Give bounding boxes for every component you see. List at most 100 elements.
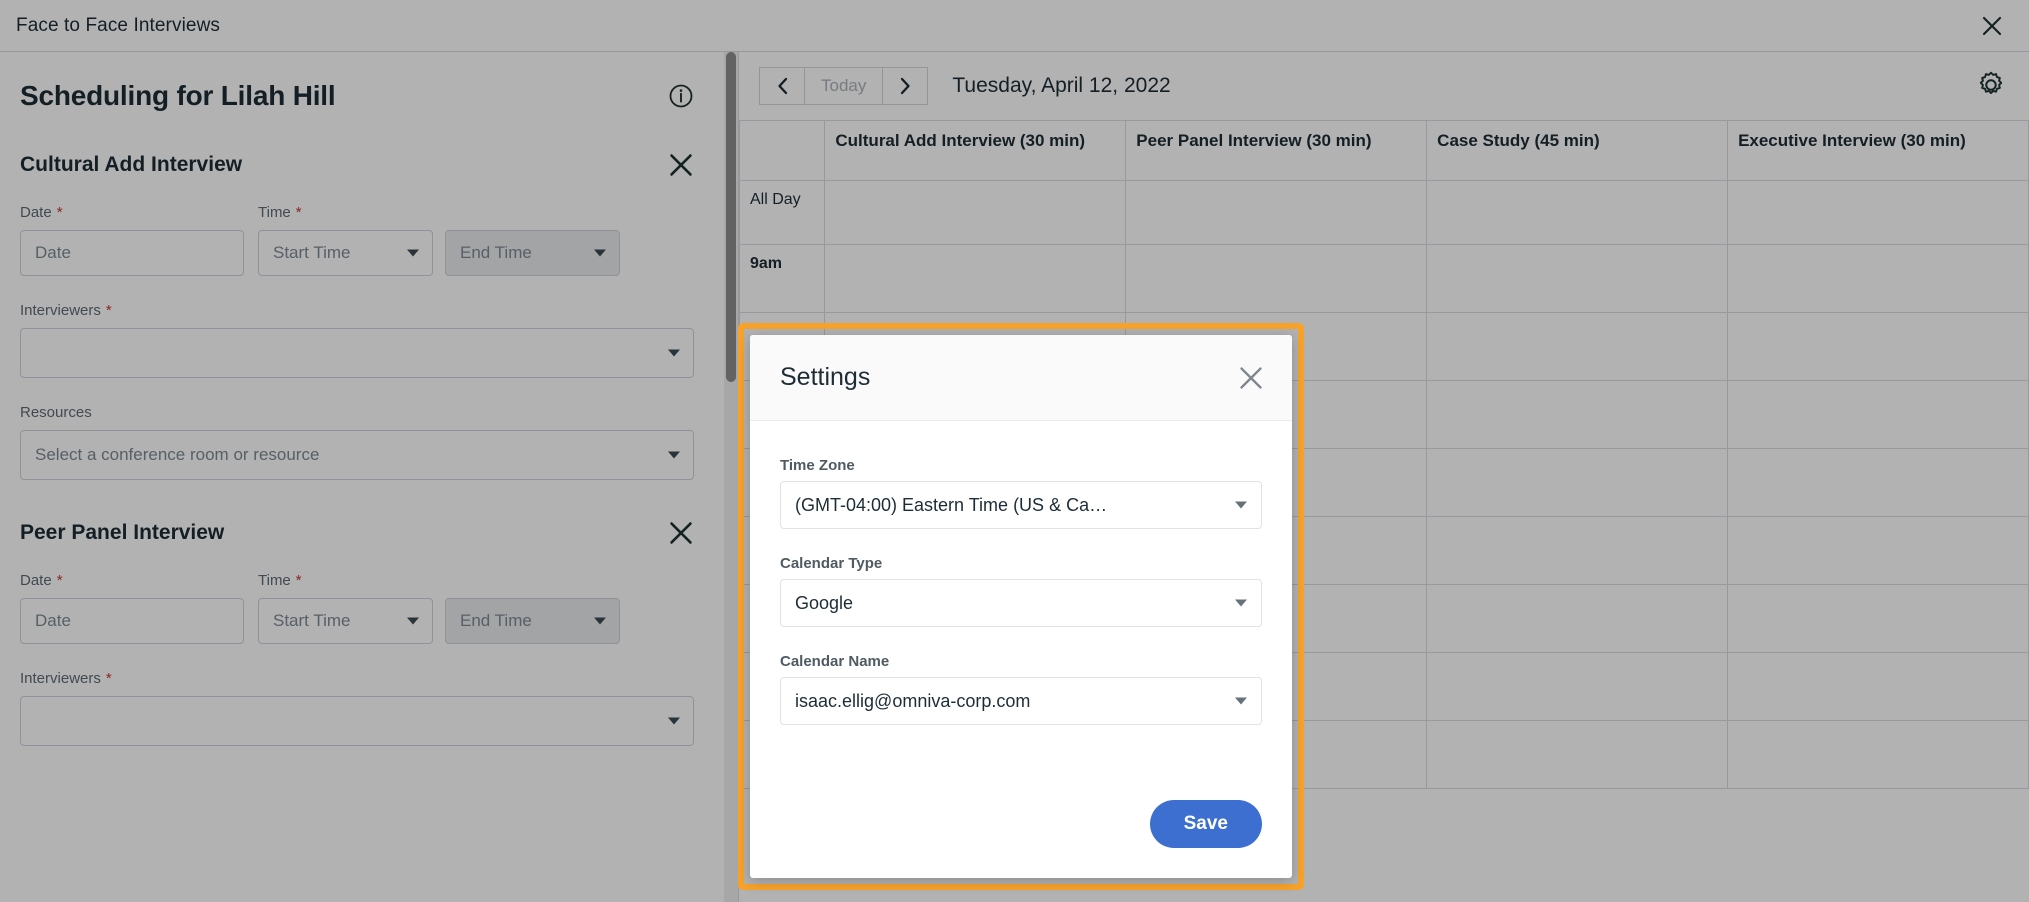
time-label: Time bbox=[258, 204, 291, 221]
start-time-placeholder: Start Time bbox=[273, 243, 351, 262]
calendar-cell[interactable] bbox=[1727, 720, 2029, 789]
calendar-cell[interactable] bbox=[1426, 516, 1729, 585]
calendar-cell[interactable] bbox=[824, 180, 1127, 245]
calendar-prev-button[interactable] bbox=[759, 67, 805, 105]
date-time-row: Date * Date Time * Start Time End Time bbox=[20, 546, 694, 644]
calendar-cell[interactable] bbox=[1426, 312, 1729, 381]
calendar-type-value: Google bbox=[795, 592, 854, 613]
section-title: Peer Panel Interview bbox=[20, 521, 225, 544]
resources-placeholder: Select a conference room or resource bbox=[35, 445, 320, 464]
close-icon bbox=[1982, 16, 2002, 35]
calendar-cell[interactable] bbox=[1125, 180, 1428, 245]
resources-select[interactable]: Select a conference room or resource bbox=[20, 430, 694, 480]
interviewers-select[interactable] bbox=[20, 696, 694, 746]
section-title: Cultural Add Interview bbox=[20, 153, 243, 176]
chevron-down-icon bbox=[668, 451, 680, 459]
calendar-table-head: Cultural Add Interview (30 min) Peer Pan… bbox=[739, 120, 2029, 181]
calendar-cell[interactable] bbox=[1727, 244, 2029, 313]
calendar-cell[interactable] bbox=[1727, 380, 2029, 449]
calendar-type-field: Calendar Type Google bbox=[780, 555, 1262, 627]
calendar-cell[interactable] bbox=[1727, 448, 2029, 517]
interviewers-label: Interviewers bbox=[20, 670, 101, 687]
scheduling-panel: Scheduling for Lilah Hill Cultural Add I… bbox=[0, 52, 738, 902]
calendar-settings-button[interactable] bbox=[1977, 71, 2007, 101]
chevron-down-icon bbox=[1235, 697, 1247, 705]
calendar-next-button[interactable] bbox=[882, 67, 929, 105]
end-time-select[interactable]: End Time bbox=[445, 598, 620, 644]
calendar-cell[interactable] bbox=[1727, 652, 2029, 721]
modal-body: Time Zone (GMT-04:00) Eastern Time (US &… bbox=[750, 421, 1292, 792]
chevron-down-icon bbox=[407, 617, 419, 625]
calendar-cell[interactable] bbox=[1426, 244, 1729, 313]
chevron-down-icon bbox=[668, 717, 680, 725]
date-time-row: Date * Date Time * Start Time End Time bbox=[20, 178, 694, 276]
app-root: Face to Face Interviews Scheduling for L… bbox=[0, 0, 2029, 902]
chevron-down-icon bbox=[1235, 501, 1247, 509]
calendar-type-select[interactable]: Google bbox=[780, 579, 1262, 627]
calendar-cell[interactable] bbox=[1727, 180, 2029, 245]
calendar-row-hour: 9am bbox=[739, 244, 2029, 313]
calendar-cell[interactable] bbox=[1125, 244, 1428, 313]
required-marker: * bbox=[295, 572, 302, 589]
end-time-select[interactable]: End Time bbox=[445, 230, 620, 276]
calendar-cell[interactable] bbox=[1426, 448, 1729, 517]
page-title-row: Scheduling for Lilah Hill bbox=[20, 52, 718, 112]
calendar-column-header: Peer Panel Interview (30 min) bbox=[1125, 120, 1428, 181]
chevron-down-icon bbox=[668, 349, 680, 357]
calendar-column-header: Executive Interview (30 min) bbox=[1727, 120, 2029, 181]
calendar-column-header: Cultural Add Interview (30 min) bbox=[824, 120, 1127, 181]
modal-close-button[interactable] bbox=[1238, 365, 1264, 391]
calendar-name-value: isaac.ellig@omniva-corp.com bbox=[795, 690, 1031, 711]
timezone-label: Time Zone bbox=[780, 457, 855, 474]
calendar-cell[interactable] bbox=[1426, 584, 1729, 653]
save-button[interactable]: Save bbox=[1149, 800, 1262, 848]
remove-section-button[interactable] bbox=[668, 520, 694, 546]
required-marker: * bbox=[56, 572, 63, 589]
calendar-cell[interactable] bbox=[1426, 652, 1729, 721]
interview-section-cultural-add: Cultural Add Interview Date * Date Time … bbox=[20, 152, 718, 480]
timezone-select[interactable]: (GMT-04:00) Eastern Time (US & Ca… bbox=[780, 481, 1262, 529]
time-subrow: Start Time End Time bbox=[258, 598, 620, 644]
calendar-toolbar: Today Tuesday, April 12, 2022 bbox=[739, 52, 2029, 120]
panel-scrollbar[interactable] bbox=[724, 52, 738, 902]
info-circle-icon[interactable] bbox=[668, 83, 694, 109]
date-input[interactable]: Date bbox=[20, 230, 244, 276]
calendar-current-date: Tuesday, April 12, 2022 bbox=[952, 74, 1171, 97]
calendar-cell[interactable] bbox=[824, 244, 1127, 313]
calendar-name-field: Calendar Name isaac.ellig@omniva-corp.co… bbox=[780, 653, 1262, 725]
calendar-cell[interactable] bbox=[1426, 720, 1729, 789]
calendar-cell[interactable] bbox=[1727, 516, 2029, 585]
calendar-today-button[interactable]: Today bbox=[805, 67, 883, 105]
calendar-type-label: Calendar Type bbox=[780, 555, 883, 572]
required-marker: * bbox=[56, 204, 63, 221]
today-label: Today bbox=[821, 76, 867, 95]
timezone-value: (GMT-04:00) Eastern Time (US & Ca… bbox=[795, 494, 1108, 515]
calendar-row-label: 9am bbox=[739, 244, 826, 313]
panel-scrollbar-thumb[interactable] bbox=[726, 52, 736, 382]
interviewers-select[interactable] bbox=[20, 328, 694, 378]
chevron-down-icon bbox=[594, 249, 606, 257]
date-label-wrap: Date * bbox=[20, 204, 244, 221]
interviewers-label-wrap: Interviewers * bbox=[20, 670, 694, 687]
calendar-row-allday: All Day bbox=[739, 180, 2029, 245]
chevron-left-icon bbox=[777, 77, 787, 95]
calendar-name-select[interactable]: isaac.ellig@omniva-corp.com bbox=[780, 677, 1262, 725]
time-label-wrap: Time * bbox=[258, 204, 620, 221]
date-input[interactable]: Date bbox=[20, 598, 244, 644]
start-time-select[interactable]: Start Time bbox=[258, 598, 433, 644]
time-label-wrap: Time * bbox=[258, 572, 620, 589]
calendar-cell[interactable] bbox=[1727, 584, 2029, 653]
required-marker: * bbox=[105, 670, 112, 687]
time-subrow: Start Time End Time bbox=[258, 230, 620, 276]
start-time-select[interactable]: Start Time bbox=[258, 230, 433, 276]
required-marker: * bbox=[295, 204, 302, 221]
calendar-cell[interactable] bbox=[1727, 312, 2029, 381]
window-close-button[interactable] bbox=[1975, 9, 2009, 43]
interviewers-label: Interviewers bbox=[20, 302, 101, 319]
start-time-placeholder: Start Time bbox=[273, 611, 351, 630]
remove-section-button[interactable] bbox=[668, 152, 694, 178]
end-time-placeholder: End Time bbox=[460, 243, 532, 262]
modal-title: Settings bbox=[780, 363, 871, 391]
calendar-cell[interactable] bbox=[1426, 180, 1729, 245]
calendar-cell[interactable] bbox=[1426, 380, 1729, 449]
